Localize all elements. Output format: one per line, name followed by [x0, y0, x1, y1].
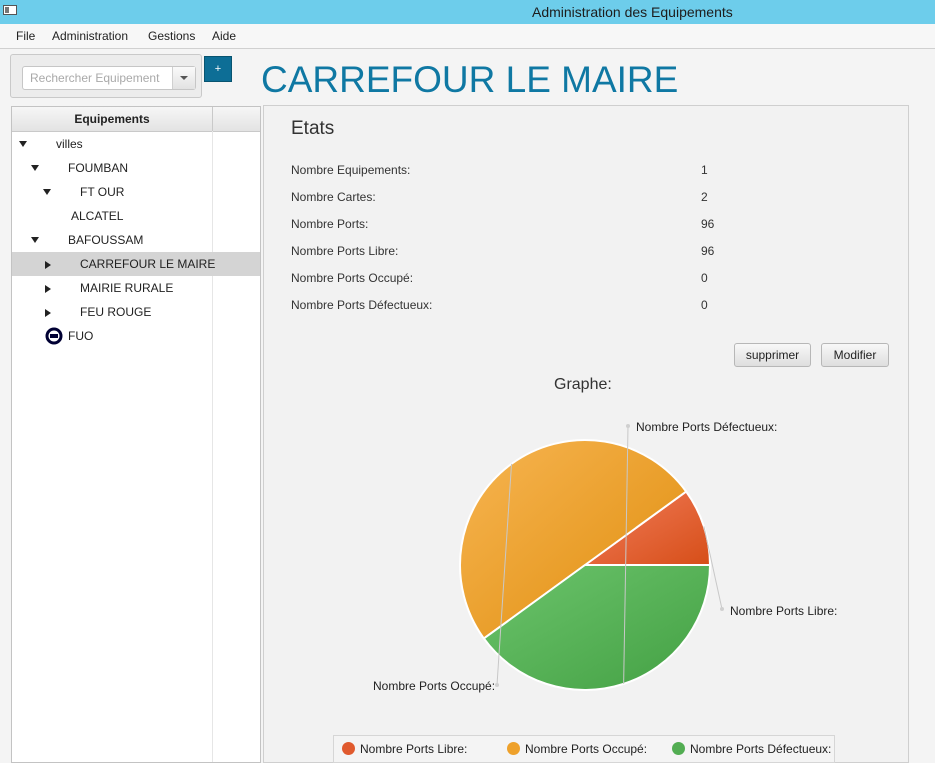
- pie-leader-dot: [495, 683, 499, 687]
- pie-label-libre: Nombre Ports Libre:: [730, 604, 838, 618]
- chart-legend: Nombre Ports Libre: Nombre Ports Occupé:…: [333, 735, 835, 763]
- legend-dot-libre: [342, 742, 355, 755]
- legend-label-libre: Nombre Ports Libre:: [360, 742, 468, 756]
- pie-chart: [459, 424, 724, 691]
- legend-label-defectueux: Nombre Ports Défectueux:: [690, 742, 832, 756]
- pie-leader-dot: [720, 607, 724, 611]
- legend-label-occupe: Nombre Ports Occupé:: [525, 742, 648, 756]
- legend-dot-defectueux: [672, 742, 685, 755]
- pie-label-occupe: Nombre Ports Occupé:: [373, 679, 496, 693]
- pie-leader-dot: [626, 424, 630, 428]
- legend-dot-occupe: [507, 742, 520, 755]
- pie-label-defectueux: Nombre Ports Défectueux:: [636, 420, 778, 434]
